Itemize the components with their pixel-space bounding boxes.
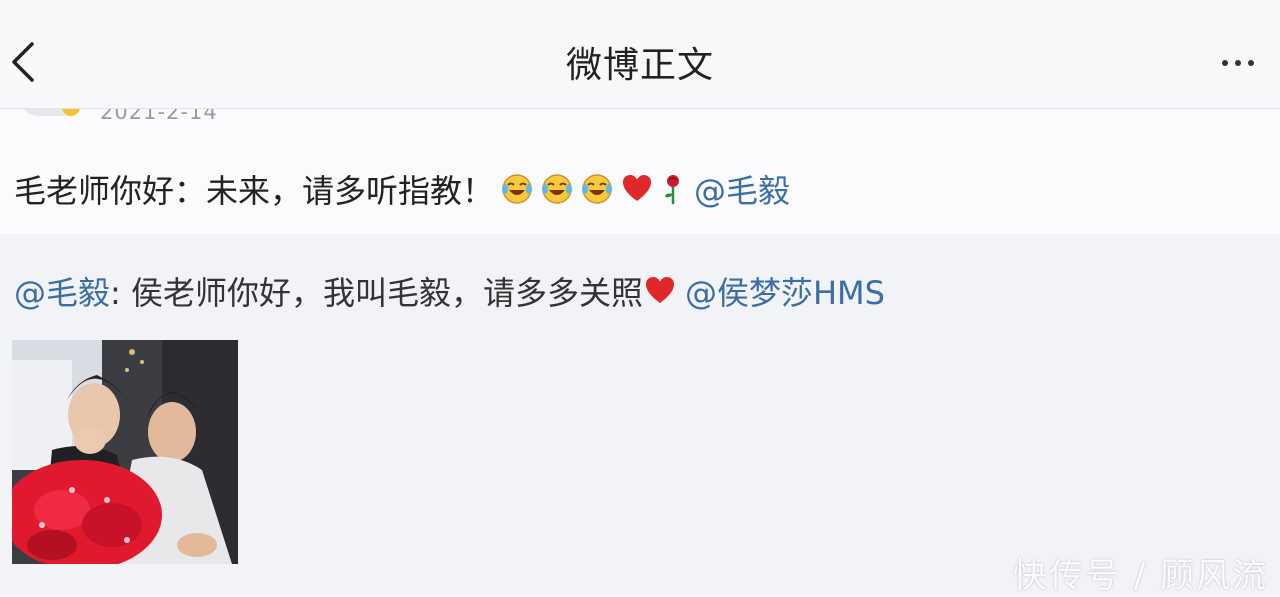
- post-photo[interactable]: [12, 340, 238, 564]
- heart-emoji-icon: [645, 277, 674, 303]
- laugh-cry-emoji-icon: [502, 174, 533, 204]
- watermark: 快传号 / 顾风流: [1012, 556, 1268, 596]
- top-navigation-bar: 微博正文: [0, 0, 1280, 109]
- laugh-cry-emoji-icon: [582, 174, 613, 204]
- repost-text: : 侯老师你好，我叫毛毅，请多多关照: [110, 274, 643, 312]
- more-options-icon[interactable]: [1218, 48, 1258, 78]
- rose-emoji-icon: [665, 175, 680, 204]
- repost-content: @毛毅 : 侯老师你好，我叫毛毅，请多多关照 @侯梦莎HMS: [14, 268, 885, 314]
- page-title: 微博正文: [565, 45, 714, 86]
- repost-author-mention[interactable]: @毛毅: [14, 268, 110, 314]
- post-text: 毛老师你好：未来，请多听指教！: [14, 172, 495, 210]
- laugh-cry-emoji-icon: [542, 174, 573, 204]
- repost-target-mention[interactable]: @侯梦莎HMS: [685, 268, 885, 314]
- mention-link[interactable]: @毛毅: [694, 166, 790, 212]
- post-content: 毛老师你好：未来，请多听指教！ @毛毅: [14, 166, 790, 212]
- heart-emoji-icon: [623, 175, 652, 201]
- weibo-post: 2021-2-14 毛老师你好：未来，请多听指教！ @毛毅: [0, 98, 1280, 234]
- repost-block[interactable]: @毛毅 : 侯老师你好，我叫毛毅，请多多关照 @侯梦莎HMS: [0, 234, 1280, 594]
